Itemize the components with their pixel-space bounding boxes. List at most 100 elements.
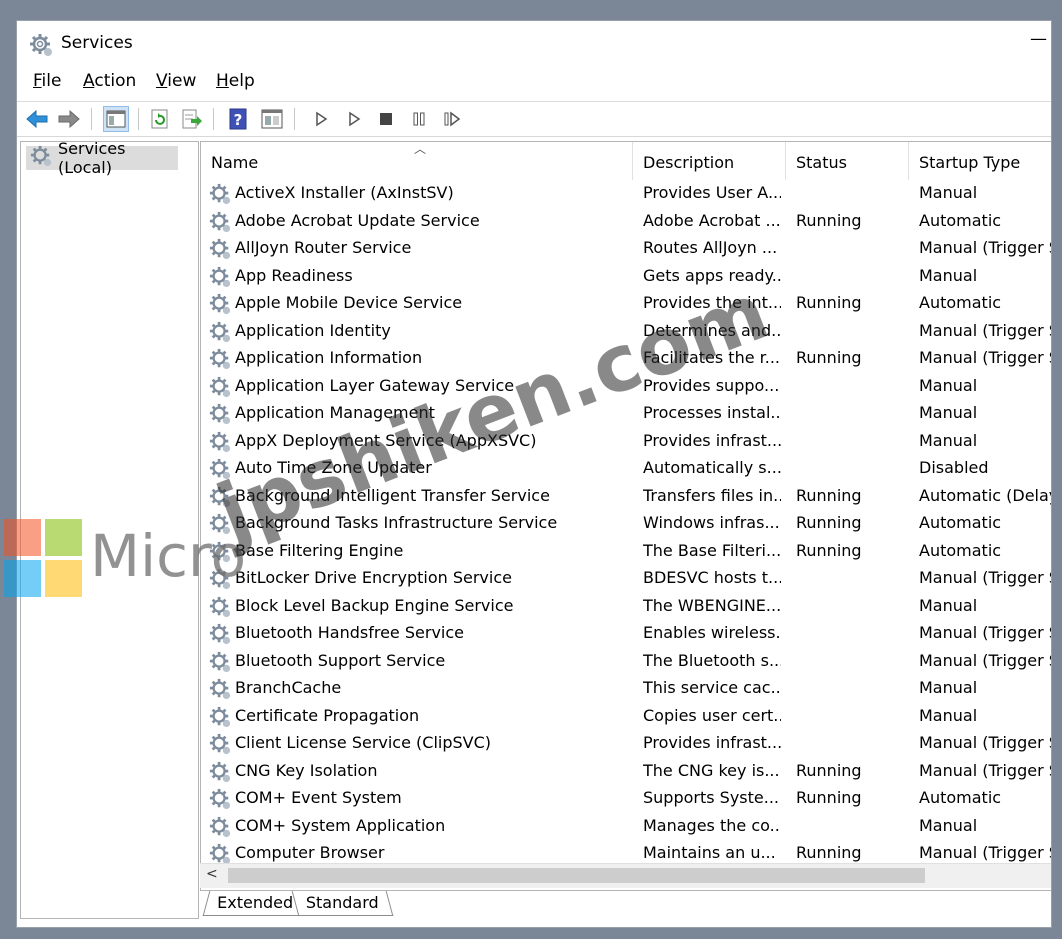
- scroll-thumb[interactable]: [228, 868, 925, 883]
- menu-action[interactable]: Action: [83, 71, 136, 91]
- table-row[interactable]: Base Filtering Engine The Base Filteri...…: [201, 538, 1051, 566]
- table-row[interactable]: BitLocker Drive Encryption Service BDESVC…: [201, 565, 1052, 593]
- service-name: App Readiness: [235, 265, 353, 285]
- service-name: Certificate Propagation: [235, 705, 420, 725]
- service-gear-icon: [209, 293, 231, 319]
- column-header-name[interactable]: Name: [201, 142, 633, 180]
- service-description: Manages the co...: [643, 815, 781, 835]
- service-gear-icon: [209, 788, 231, 814]
- pause-service-icon[interactable]: [406, 106, 432, 132]
- table-row[interactable]: Block Level Backup Engine Service The WBE…: [201, 593, 1051, 622]
- resume-service-icon[interactable]: [439, 106, 465, 132]
- menu-view[interactable]: View: [156, 71, 196, 91]
- service-gear-icon: [209, 761, 231, 787]
- start-service-icon[interactable]: [308, 106, 334, 132]
- service-name: CNG Key Isolation: [235, 760, 378, 780]
- column-header-description[interactable]: Description: [633, 142, 786, 180]
- table-row[interactable]: Client License Service (ClipSVC) Provides…: [201, 730, 1052, 759]
- column-header-startup-type[interactable]: Startup Type: [909, 142, 1051, 180]
- properties-icon[interactable]: [259, 106, 285, 132]
- service-startup-type: Manual: [919, 183, 978, 202]
- service-startup-type: Manual (Trigger S: [919, 568, 1052, 587]
- service-name: Apple Mobile Device Service: [235, 293, 463, 312]
- refresh-icon[interactable]: [147, 106, 173, 132]
- tab-extended[interactable]: Extended: [202, 891, 308, 916]
- back-arrow-icon[interactable]: [24, 106, 50, 132]
- show-hide-console-tree-icon[interactable]: [103, 106, 129, 132]
- service-description: Processes instal...: [643, 403, 781, 422]
- service-gear-icon: [209, 596, 231, 622]
- service-description: Transfers files in...: [643, 485, 781, 505]
- service-name: COM+ System Application: [235, 815, 446, 835]
- service-status: Running: [796, 540, 862, 560]
- table-row[interactable]: App Readiness Gets apps ready... Manual: [201, 263, 1051, 292]
- service-startup-type: Disabled: [919, 458, 989, 477]
- service-description: The Base Filteri...: [643, 540, 781, 560]
- service-name: Block Level Backup Engine Service: [235, 595, 514, 615]
- table-row[interactable]: CNG Key Isolation The CNG key is... Runnin…: [201, 758, 1052, 787]
- column-header-status[interactable]: Status: [786, 142, 909, 180]
- service-gear-icon: [209, 733, 231, 759]
- service-description: The CNG key is...: [643, 760, 780, 780]
- table-row[interactable]: ActiveX Installer (AxInstSV) Provides Use…: [201, 180, 1051, 208]
- service-description: Maintains an u...: [643, 843, 776, 862]
- table-row[interactable]: COM+ System Application Manages the co...…: [201, 813, 1051, 842]
- menu-bar: File Action View Help: [17, 71, 1051, 97]
- table-row[interactable]: AllJoyn Router Service Routes AllJoyn ...…: [201, 235, 1051, 263]
- column-header-row: ︿ Name Description Status Startup Type: [201, 142, 1051, 180]
- export-list-icon[interactable]: [179, 106, 205, 132]
- service-gear-icon: [209, 376, 231, 402]
- service-name: BranchCache: [235, 678, 342, 697]
- service-gear-icon: [209, 623, 231, 649]
- service-status: Running: [796, 485, 862, 505]
- service-gear-icon: [209, 706, 231, 732]
- service-name: Base Filtering Engine: [235, 540, 404, 560]
- tree-item-services-local[interactable]: Services (Local): [26, 139, 178, 177]
- title-bar: Services —: [17, 21, 1051, 67]
- service-startup-type: Automatic: [919, 513, 1002, 532]
- service-gear-icon: [209, 321, 231, 347]
- menu-help[interactable]: Help: [216, 71, 255, 91]
- start-alt-icon[interactable]: [341, 106, 367, 132]
- service-description: Windows infras...: [643, 513, 780, 532]
- service-gear-icon: [209, 678, 231, 704]
- service-startup-type: Manual (Trigger S: [919, 843, 1052, 862]
- table-row[interactable]: Adobe Acrobat Update Service Adobe Acroba…: [201, 208, 1051, 236]
- service-gear-icon: [209, 651, 231, 677]
- service-name: AllJoyn Router Service: [235, 238, 412, 257]
- service-status: Running: [796, 843, 862, 862]
- services-gear-icon: [29, 33, 53, 61]
- tab-standard[interactable]: Standard: [291, 891, 394, 916]
- scroll-left-arrow[interactable]: <: [206, 866, 218, 882]
- help-icon[interactable]: ?: [225, 106, 251, 132]
- service-startup-type: Automatic (Delay: [919, 485, 1052, 505]
- table-row[interactable]: Bluetooth Support Service The Bluetooth s…: [201, 648, 1051, 677]
- service-startup-type: Manual: [919, 595, 978, 615]
- service-status: Running: [796, 210, 862, 230]
- horizontal-scrollbar[interactable]: <: [200, 863, 1051, 888]
- stop-service-icon[interactable]: [373, 106, 399, 132]
- service-name: Bluetooth Support Service: [235, 650, 446, 670]
- service-startup-type: Manual: [919, 265, 978, 285]
- toolbar: ?: [17, 101, 1051, 137]
- service-description: Supports Syste...: [643, 788, 780, 807]
- service-startup-type: Manual (Trigger S: [919, 760, 1052, 780]
- service-startup-type: Manual: [919, 375, 978, 395]
- service-gear-icon: [209, 816, 231, 842]
- table-row[interactable]: COM+ Event System Supports Syste... Runnin…: [201, 785, 1051, 814]
- service-gear-icon: [209, 266, 231, 292]
- table-row[interactable]: BranchCache This service cac... Manual: [201, 675, 1051, 704]
- forward-arrow-icon[interactable]: [56, 106, 82, 132]
- service-name: Client License Service (ClipSVC): [235, 733, 492, 752]
- service-startup-type: Manual (Trigger S: [919, 733, 1052, 752]
- window-title: Services: [61, 33, 133, 53]
- service-startup-type: Manual: [919, 403, 978, 422]
- minimize-button[interactable]: —: [1030, 29, 1047, 49]
- service-status: Running: [796, 348, 862, 367]
- service-status: Running: [796, 513, 862, 532]
- table-row[interactable]: Bluetooth Handsfree Service Enables wirel…: [201, 620, 1051, 649]
- service-description: Provides infrast...: [643, 733, 781, 752]
- menu-file[interactable]: File: [33, 71, 61, 91]
- service-description: Provides User A...: [643, 183, 781, 202]
- table-row[interactable]: Certificate Propagation Copies user cert.…: [201, 703, 1051, 732]
